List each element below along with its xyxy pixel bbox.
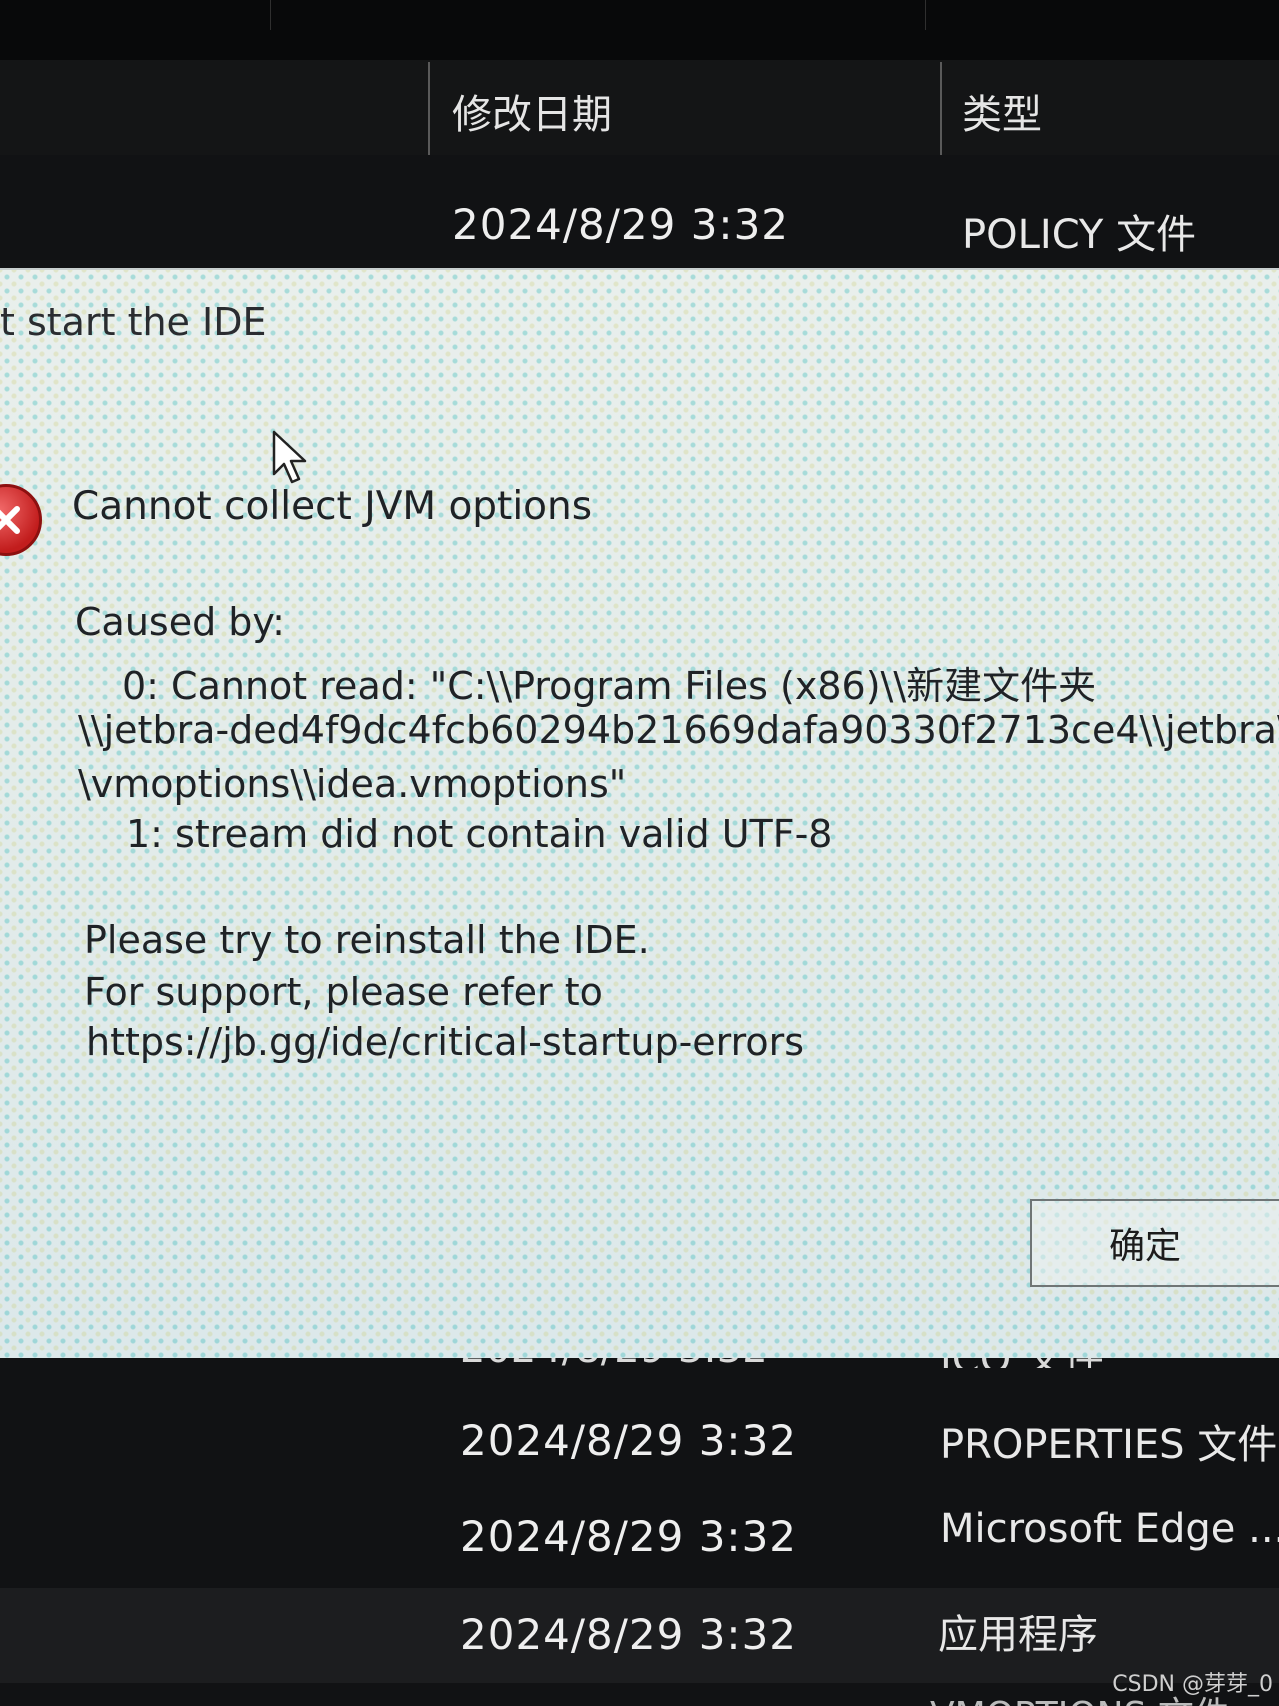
support-hint: For support, please refer to: [84, 970, 603, 1014]
mouse-cursor-icon: [272, 430, 312, 490]
error-icon: [0, 484, 42, 556]
file-row[interactable]: 2024/8/29 3:32 POLICY 文件: [0, 180, 1279, 275]
column-divider[interactable]: [940, 62, 942, 155]
file-date: 2024/8/29 3:32: [452, 200, 790, 249]
ok-button[interactable]: 确定: [1030, 1199, 1279, 1287]
divider: [925, 0, 926, 30]
file-type: POLICY 文件: [962, 212, 1197, 258]
divider: [270, 0, 271, 30]
error-line-0-path: \\jetbra-ded4f9dc4fcb60294b21669dafa9033…: [78, 708, 1279, 752]
error-dialog: t start the IDE Cannot collect JVM optio…: [0, 268, 1279, 1358]
error-line-0: 0: Cannot read: "C:\\Program Files (x86)…: [122, 664, 1097, 708]
dialog-title: t start the IDE: [0, 300, 267, 344]
column-header-type[interactable]: 类型: [962, 82, 1042, 140]
file-date: 2024/8/29 3:32: [460, 1416, 798, 1465]
support-url: https://jb.gg/ide/critical-startup-error…: [86, 1020, 805, 1064]
file-type: PROPERTIES 文件: [940, 1422, 1278, 1468]
watermark: CSDN @芽芽_0: [1112, 1672, 1273, 1697]
column-divider[interactable]: [428, 62, 430, 155]
error-line-1: 1: stream did not contain valid UTF-8: [126, 812, 833, 856]
file-type: Microsoft Edge ...: [940, 1506, 1279, 1552]
file-date: 2024/8/29 3:32: [460, 1512, 798, 1561]
error-heading: Cannot collect JVM options: [72, 484, 593, 529]
file-row[interactable]: 2024/8/29 3:32 应用程序: [0, 1588, 1279, 1683]
caused-by-label: Caused by:: [75, 600, 285, 644]
file-type: 应用程序: [938, 1612, 1098, 1658]
error-line-0-path-end: \vmoptions\\idea.vmoptions": [78, 762, 627, 806]
file-date: 2024/8/29 3:32: [460, 1610, 798, 1659]
file-row[interactable]: 2024/8/29 3:32 Microsoft Edge ...: [0, 1492, 1279, 1587]
toolbar-strip: [0, 0, 1279, 61]
reinstall-hint: Please try to reinstall the IDE.: [84, 918, 650, 962]
column-header-modified[interactable]: 修改日期: [452, 82, 612, 140]
column-header-row: [0, 60, 1279, 155]
file-row[interactable]: 2024/8/29 3:32 PROPERTIES 文件: [0, 1396, 1279, 1491]
